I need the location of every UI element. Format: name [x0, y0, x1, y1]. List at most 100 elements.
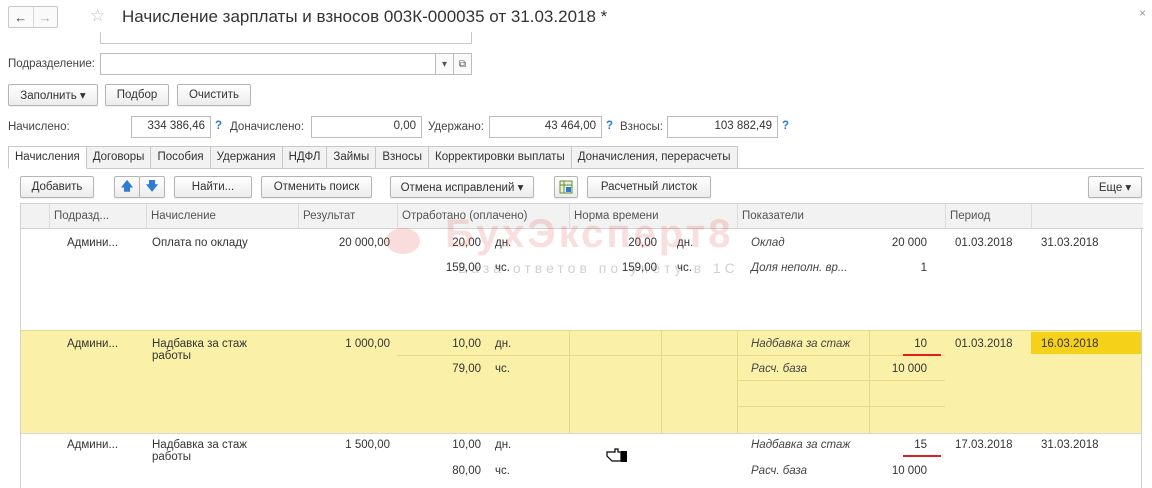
- contributions-value: 103 882,49: [667, 116, 778, 138]
- withheld-value: 43 464,00: [489, 116, 602, 138]
- row-period-start: 01.03.2018: [955, 237, 1013, 249]
- subdivision-label: Подразделение:: [8, 58, 95, 70]
- row-result: 1 500,00: [345, 439, 390, 451]
- tab-contributions[interactable]: Взносы: [375, 146, 430, 169]
- row-indicator-value: 20 000: [891, 237, 927, 249]
- move-down-icon[interactable]: 🡇: [139, 176, 165, 198]
- pick-button[interactable]: Подбор: [105, 84, 169, 106]
- add-button[interactable]: Добавить: [20, 176, 94, 198]
- row-subdivision: Админи...: [67, 338, 119, 350]
- row-accrual: Надбавка за стаж: [152, 338, 247, 350]
- row-indicator-value-2: 1: [920, 262, 927, 274]
- subdivision-open-icon[interactable]: ⧉: [454, 53, 472, 75]
- tab-ndfl[interactable]: НДФЛ: [281, 146, 328, 169]
- tab-contracts[interactable]: Договоры: [85, 146, 152, 169]
- col-result[interactable]: Результат: [298, 204, 397, 229]
- row-divider-norm: [569, 330, 570, 433]
- row-unit-hours: чс.: [495, 363, 510, 375]
- row-worked-days: 10,00: [452, 439, 481, 451]
- find-button[interactable]: Найти...: [174, 176, 252, 198]
- row-divider-norm-unit: [661, 330, 662, 433]
- watermark-tagline: База ответов по учёту в 1С: [458, 260, 739, 276]
- row-accrual-line2: работы: [152, 451, 192, 463]
- close-icon[interactable]: ×: [1139, 6, 1146, 20]
- row-subdivision: Админи...: [67, 439, 119, 451]
- forward-button[interactable]: →: [32, 7, 58, 27]
- nav-buttons: ← →: [8, 6, 58, 28]
- fill-button[interactable]: Заполнить ▾: [8, 84, 98, 106]
- row-indicator-name-2: Расч. база: [751, 363, 808, 375]
- contributions-label: Взносы:: [620, 121, 663, 133]
- cancel-corrections-button[interactable]: Отмена исправлений ▾: [390, 176, 534, 198]
- table-row[interactable]: Админи... Надбавка за стаж работы 1 500,…: [21, 434, 1141, 488]
- row-period-end[interactable]: 16.03.2018: [1031, 332, 1141, 354]
- col-subdivision[interactable]: Подразд...: [49, 204, 146, 229]
- row-indicator-value: 15: [914, 439, 927, 451]
- watermark-owl-logo: [386, 228, 420, 254]
- row-unit-days: дн.: [495, 439, 512, 451]
- table-row-selected[interactable]: Админи... Надбавка за стаж работы 1 000,…: [21, 330, 1141, 433]
- tab-accruals[interactable]: Начисления: [8, 146, 87, 169]
- row-accrual: Надбавка за стаж: [152, 439, 247, 451]
- row-period-end: 31.03.2018: [1041, 439, 1099, 451]
- accrued-help-icon[interactable]: ?: [215, 120, 222, 132]
- tab-deductions[interactable]: Удержания: [209, 146, 283, 169]
- additional-label: Доначислено:: [230, 121, 305, 133]
- subdivision-dropdown-icon[interactable]: ▾: [436, 53, 454, 75]
- tab-bar: Начисления Договоры Пособия Удержания НД…: [8, 146, 738, 169]
- payslip-button[interactable]: Расчетный листок: [587, 176, 711, 198]
- col-period[interactable]: Период: [945, 204, 1031, 229]
- edit-mode-icon[interactable]: [554, 176, 578, 198]
- row-indicator-value-2: 10 000: [891, 363, 927, 375]
- row-accrual-line2: работы: [152, 350, 192, 362]
- watermark-brand: БухЭксперт8: [445, 212, 734, 256]
- row-period-start: 17.03.2018: [955, 439, 1013, 451]
- tab-recalculations[interactable]: Доначисления, перерасчеты: [570, 146, 738, 169]
- back-button[interactable]: ←: [9, 7, 33, 27]
- indicator-underline: [903, 455, 941, 457]
- row-indicator-name-2: Расч. база: [751, 465, 808, 477]
- col-accrual[interactable]: Начисление: [146, 204, 298, 229]
- row-period-end: 31.03.2018: [1041, 237, 1099, 249]
- withheld-help-icon[interactable]: ?: [606, 120, 613, 132]
- row-result: 20 000,00: [338, 237, 390, 249]
- row-divider-indicators: [737, 330, 738, 433]
- row-subline-3: [737, 406, 945, 407]
- row-unit-hours: чс.: [495, 465, 510, 477]
- subdivision-input[interactable]: [100, 53, 436, 75]
- contributions-help-icon[interactable]: ?: [782, 120, 789, 132]
- row-period-start: 01.03.2018: [955, 338, 1013, 350]
- row-indicator-name: Надбавка за стаж: [751, 338, 851, 350]
- row-result: 1 000,00: [345, 338, 390, 350]
- tab-divider: [8, 168, 1144, 169]
- row-unit-days: дн.: [495, 338, 512, 350]
- col-indicators[interactable]: Показатели: [737, 204, 945, 229]
- favorite-star-icon[interactable]: ☆: [90, 6, 105, 26]
- row-indicator-value-2: 10 000: [891, 465, 927, 477]
- accrued-label: Начислено:: [8, 121, 70, 133]
- organization-field-partial[interactable]: [100, 32, 472, 44]
- clear-button[interactable]: Очистить: [177, 84, 251, 106]
- row-border-top: [21, 330, 1141, 331]
- tab-payment-corrections[interactable]: Корректировки выплаты: [428, 146, 572, 169]
- row-worked-hours: 80,00: [452, 465, 481, 477]
- grid-icon: [559, 180, 573, 194]
- row-subline-2: [737, 380, 945, 381]
- indicator-underline: [903, 354, 941, 356]
- more-button[interactable]: Еще ▾: [1088, 176, 1142, 198]
- move-up-icon[interactable]: 🡅: [114, 176, 140, 198]
- tab-loans[interactable]: Займы: [326, 146, 377, 169]
- additional-value: 0,00: [311, 116, 422, 138]
- row-accrual: Оплата по окладу: [152, 237, 248, 249]
- col-period-end[interactable]: [1031, 204, 1141, 229]
- tab-benefits[interactable]: Пособия: [150, 146, 211, 169]
- row-indicator-name: Надбавка за стаж: [751, 439, 851, 451]
- row-indicator-name-2: Доля неполн. вр...: [751, 262, 848, 274]
- row-worked-days: 10,00: [452, 338, 481, 350]
- row-worked-hours: 79,00: [452, 363, 481, 375]
- accrued-value: 334 386,46: [131, 116, 211, 138]
- cancel-search-button[interactable]: Отменить поиск: [261, 176, 372, 198]
- row-indicator-value: 10: [914, 338, 927, 350]
- hand-cursor-icon: [606, 446, 628, 469]
- row-indicator-name: Оклад: [751, 237, 785, 249]
